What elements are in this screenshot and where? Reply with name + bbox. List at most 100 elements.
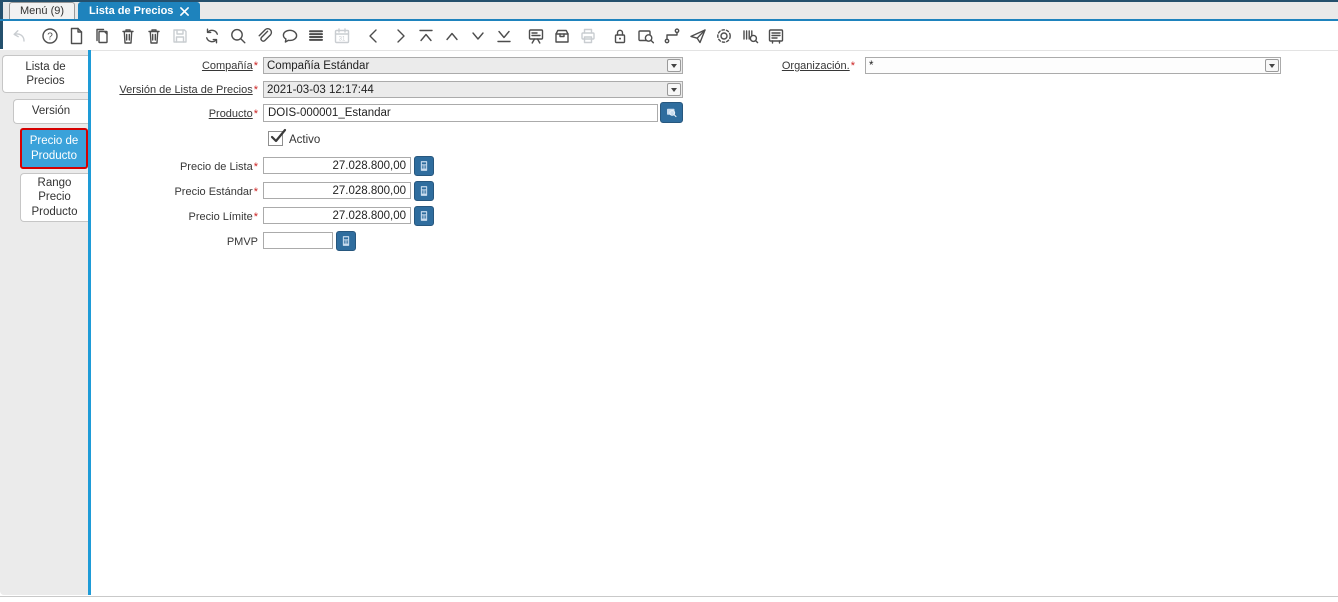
sidebar-tab-label: Precio de Producto xyxy=(29,135,79,162)
send-request-icon[interactable] xyxy=(688,26,708,46)
precio-limite-label: Precio Límite* xyxy=(91,211,258,223)
svg-text:31: 31 xyxy=(339,36,346,42)
application-window: Menú (9) Lista de Precios ? 31 Lista de Pr… xyxy=(0,0,1338,602)
sidebar-tab-label: Rango Precio Producto xyxy=(31,176,78,218)
copy-record-icon[interactable] xyxy=(92,26,112,46)
required-mark: * xyxy=(253,211,258,223)
window-bottom-line xyxy=(0,596,1338,597)
compania-label-text[interactable]: Compañía xyxy=(202,60,253,72)
undo-icon xyxy=(8,26,28,46)
version-combobox[interactable] xyxy=(263,81,683,98)
delete-selection-icon[interactable] xyxy=(144,26,164,46)
sidebar-tab-label: Lista de Precios xyxy=(25,60,66,87)
pmvp-calculator-button[interactable] xyxy=(336,231,356,251)
producto-label-text[interactable]: Producto xyxy=(209,108,253,120)
producto-label: Producto* xyxy=(91,108,258,120)
sidebar-accent-line xyxy=(88,50,91,595)
producto-search-button[interactable] xyxy=(660,102,683,123)
tab-sidebar: Lista de Precios Versión Precio de Product… xyxy=(0,50,88,595)
preferences-icon[interactable] xyxy=(714,26,734,46)
required-mark: * xyxy=(253,186,258,198)
pmvp-label: PMVP xyxy=(91,236,258,248)
grid-toggle-icon[interactable] xyxy=(306,26,326,46)
next-record-icon[interactable] xyxy=(390,26,410,46)
delete-record-icon[interactable] xyxy=(118,26,138,46)
previous-record-icon[interactable] xyxy=(364,26,384,46)
first-record-icon[interactable] xyxy=(416,26,436,46)
window-tab-lista-de-precios[interactable]: Lista de Precios xyxy=(78,2,201,19)
precio-estandar-input[interactable] xyxy=(263,182,411,199)
organizacion-label-text[interactable]: Organización. xyxy=(782,60,850,72)
precio-limite-calculator-button[interactable] xyxy=(414,206,434,226)
find-icon[interactable] xyxy=(228,26,248,46)
organizacion-label: Organización.* xyxy=(700,60,855,72)
calculator-icon xyxy=(420,186,428,196)
organizacion-dropdown-button[interactable] xyxy=(1265,59,1279,72)
activo-checkbox[interactable] xyxy=(268,128,287,146)
window-tab-men-9-[interactable]: Menú (9) xyxy=(9,2,76,19)
precio-lista-calculator-button[interactable] xyxy=(414,156,434,176)
window-tab-label: Lista de Precios xyxy=(89,5,174,17)
refresh-icon[interactable] xyxy=(202,26,222,46)
required-mark: * xyxy=(253,60,258,72)
precio-estandar-label-text: Precio Estándar xyxy=(174,186,253,198)
calculator-icon xyxy=(420,161,428,171)
svg-text:?: ? xyxy=(47,31,53,42)
close-icon[interactable] xyxy=(180,6,190,16)
caret-down-icon xyxy=(671,63,677,68)
producto-input[interactable] xyxy=(263,104,658,122)
window-tabbar: Menú (9) Lista de Precios xyxy=(3,2,1338,19)
calculator-icon xyxy=(342,236,350,246)
activo-label: Activo xyxy=(289,134,321,146)
pmvp-label-text: PMVP xyxy=(226,236,258,248)
attachment-icon[interactable] xyxy=(254,26,274,46)
parent-record-icon[interactable] xyxy=(442,26,462,46)
sidebar-tab-rango-precio-producto[interactable]: Rango Precio Producto xyxy=(20,173,88,222)
required-mark: * xyxy=(253,161,258,173)
archive-icon[interactable] xyxy=(552,26,572,46)
organizacion-combobox[interactable] xyxy=(865,57,1281,74)
sidebar-tab-precio-de-producto[interactable]: Precio de Producto xyxy=(20,128,88,169)
version-label: Versión de Lista de Precios* xyxy=(91,84,258,96)
workflow-icon[interactable] xyxy=(662,26,682,46)
version-dropdown-button[interactable] xyxy=(667,83,681,96)
calendar-icon: 31 xyxy=(332,26,352,46)
sidebar-tab-lista-de-precios[interactable]: Lista de Precios xyxy=(2,55,88,93)
compania-value[interactable] xyxy=(264,58,666,73)
quick-form-icon[interactable] xyxy=(766,26,786,46)
calculator-icon xyxy=(420,211,428,221)
organizacion-value[interactable] xyxy=(866,58,1264,73)
precio-limite-label-text: Precio Límite xyxy=(188,211,253,223)
chat-icon[interactable] xyxy=(280,26,300,46)
last-record-icon[interactable] xyxy=(494,26,514,46)
required-mark: * xyxy=(253,84,258,96)
new-record-icon[interactable] xyxy=(66,26,86,46)
precio-lista-label: Precio de Lista* xyxy=(91,161,258,173)
required-mark: * xyxy=(253,108,258,120)
compania-label: Compañía* xyxy=(91,60,258,72)
zoom-across-icon[interactable] xyxy=(636,26,656,46)
version-label-text[interactable]: Versión de Lista de Precios xyxy=(119,84,252,96)
precio-lista-input[interactable] xyxy=(263,157,411,174)
save-icon xyxy=(170,26,190,46)
required-mark: * xyxy=(850,60,855,72)
precio-estandar-label: Precio Estándar* xyxy=(91,186,258,198)
pmvp-input[interactable] xyxy=(263,232,333,249)
detail-record-icon[interactable] xyxy=(468,26,488,46)
help-icon[interactable]: ? xyxy=(40,26,60,46)
checkmark-icon xyxy=(270,128,287,143)
version-value[interactable] xyxy=(264,82,666,97)
precio-limite-input[interactable] xyxy=(263,207,411,224)
precio-lista-label-text: Precio de Lista xyxy=(179,161,253,173)
compania-dropdown-button[interactable] xyxy=(667,59,681,72)
sidebar-tab-versi-n[interactable]: Versión xyxy=(13,99,88,124)
compania-combobox[interactable] xyxy=(263,57,683,74)
lock-icon[interactable] xyxy=(610,26,630,46)
report-icon[interactable] xyxy=(526,26,546,46)
product-info-icon[interactable] xyxy=(740,26,760,46)
content-divider xyxy=(91,50,1338,51)
print-icon xyxy=(578,26,598,46)
precio-estandar-calculator-button[interactable] xyxy=(414,181,434,201)
record-search-icon xyxy=(667,108,677,118)
caret-down-icon xyxy=(671,87,677,92)
